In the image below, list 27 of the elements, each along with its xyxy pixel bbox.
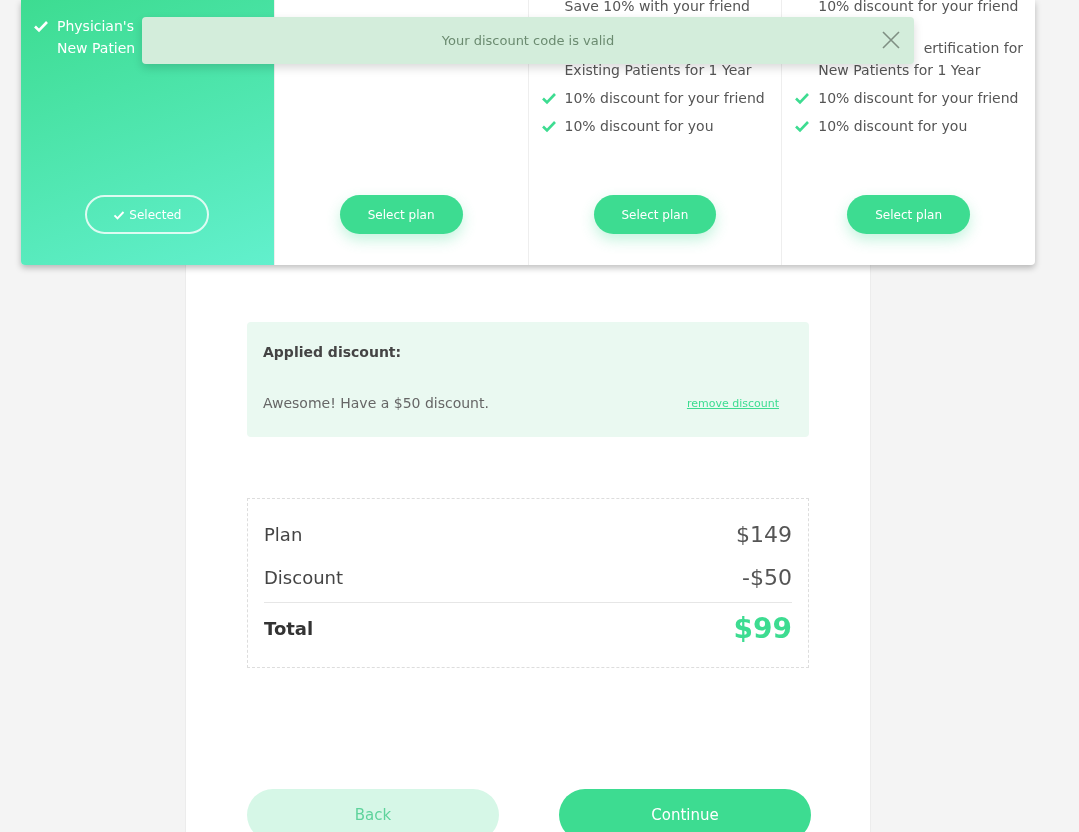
back-button[interactable]: Back [247,789,499,832]
remove-discount-link[interactable]: remove discount [686,396,779,410]
select-plan-button[interactable]: Select plan [339,195,463,234]
feature-text: New Patients for 1 Year [818,61,981,80]
select-plan-button[interactable]: Select plan [593,195,717,234]
feature-text: 10% discount for your friend [818,89,1019,108]
discount-title: Applied discount: [263,344,403,360]
feature-text: 10% discount for you [564,117,714,136]
summary-label: Plan [264,524,303,545]
summary-amount: $149 [736,522,792,547]
summary-label: Discount [264,567,344,588]
total-label: Total [264,618,314,639]
feature-text: Existing Patients for 1 Year [564,61,752,80]
select-plan-button[interactable]: Select plan [847,195,970,234]
toast-message: Your discount code is valid [441,33,615,48]
total-amount: $99 [733,612,792,645]
close-icon[interactable] [882,31,900,49]
discount-message: Awesome! Have a $50 discount. [263,395,489,411]
feature-text: 10% discount for your friend [564,89,765,108]
feature-text: 10% discount for your friend [818,0,1019,12]
feature-text: 10% discount for you [818,117,968,136]
continue-button[interactable]: Continue [559,789,811,832]
selected-button[interactable]: Selected [85,195,210,234]
summary-amount: -$50 [742,565,792,590]
feature-text: Save 10% with your friend [564,0,750,12]
feature-text: ertification for [923,39,1023,58]
feature-text: Physician's New Patien [57,17,137,58]
